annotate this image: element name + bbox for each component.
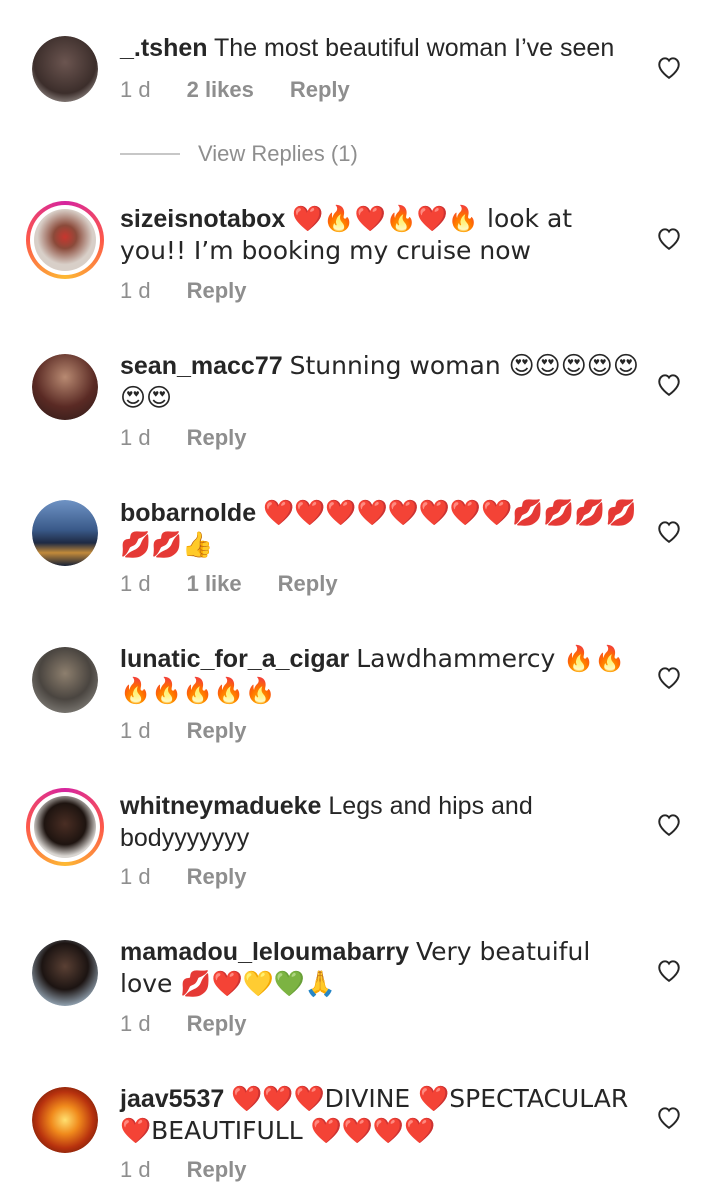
comment-meta: 1 d Reply	[120, 1011, 283, 1037]
comment-username[interactable]: bobarnolde	[120, 499, 256, 527]
avatar[interactable]	[26, 788, 104, 866]
avatar[interactable]	[30, 498, 100, 568]
comment-username[interactable]: _.tshen	[120, 34, 208, 62]
comment-time: 1 d	[120, 718, 151, 743]
comment-text: jaav5537 ❤️❤️❤️DIVINE ❤️SPECTACULAR ❤️BE…	[120, 1083, 640, 1147]
comment-text: sean_macc77 Stunning woman 😍😍😍😍😍😍😍	[120, 350, 640, 414]
avatar[interactable]	[30, 1085, 100, 1155]
like-heart-icon[interactable]	[656, 1105, 682, 1129]
avatar-photo	[32, 647, 98, 713]
comment-text: bobarnolde ❤️❤️❤️❤️❤️❤️❤️❤️💋💋💋💋💋💋👍	[120, 497, 640, 561]
comment-meta: 1 d Reply	[120, 718, 283, 744]
view-replies-button[interactable]: View Replies (1)	[120, 141, 358, 167]
reply-button[interactable]: Reply	[278, 571, 338, 597]
comment-body: The most beautiful woman I’ve seen	[214, 34, 615, 62]
like-heart-icon[interactable]	[656, 519, 682, 543]
comment-time: 1 d	[120, 1157, 151, 1182]
comment-text: whitneymadueke Legs and hips and bodyyyy…	[120, 790, 640, 854]
avatar-photo	[34, 209, 96, 271]
avatar-photo	[32, 940, 98, 1006]
comment-text: _.tshen The most beautiful woman I’ve se…	[120, 32, 640, 64]
story-ring	[26, 201, 104, 279]
comment-username[interactable]: lunatic_for_a_cigar	[120, 645, 349, 673]
like-heart-icon[interactable]	[656, 812, 682, 836]
like-heart-icon[interactable]	[656, 665, 682, 689]
reply-button[interactable]: Reply	[187, 278, 247, 304]
comment-time: 1 d	[120, 278, 151, 303]
reply-button[interactable]: Reply	[187, 1011, 247, 1037]
like-heart-icon[interactable]	[656, 372, 682, 396]
like-heart-icon[interactable]	[656, 55, 682, 79]
avatar[interactable]	[26, 201, 104, 279]
comment-username[interactable]: sizeisnotabox	[120, 205, 285, 233]
view-replies-label: View Replies (1)	[198, 141, 358, 166]
comment-text: mamadou_leloumabarry Very beatuiful love…	[120, 936, 640, 1000]
comment-username[interactable]: sean_macc77	[120, 352, 283, 380]
avatar[interactable]	[30, 938, 100, 1008]
like-heart-icon[interactable]	[656, 958, 682, 982]
comment-text: lunatic_for_a_cigar Lawdhammercy 🔥🔥🔥🔥🔥🔥🔥	[120, 643, 640, 707]
comment-meta: 1 d Reply	[120, 864, 283, 890]
avatar-photo	[32, 1087, 98, 1153]
comment-meta: 1 d Reply	[120, 1157, 283, 1183]
comment-time: 1 d	[120, 571, 151, 596]
comment-meta: 1 d Reply	[120, 278, 283, 304]
reply-button[interactable]: Reply	[187, 425, 247, 451]
comment-username[interactable]: jaav5537	[120, 1085, 224, 1113]
comment-time: 1 d	[120, 425, 151, 450]
comment-meta: 1 d 2 likes Reply	[120, 77, 386, 103]
reply-button[interactable]: Reply	[290, 77, 350, 103]
comment-time: 1 d	[120, 77, 151, 102]
comment-text: sizeisnotabox ❤️🔥❤️🔥❤️🔥 look at you!! I’…	[120, 203, 640, 267]
story-ring	[26, 788, 104, 866]
comment-username[interactable]: whitneymadueke	[120, 792, 321, 820]
avatar[interactable]	[30, 34, 100, 104]
reply-button[interactable]: Reply	[187, 718, 247, 744]
divider	[120, 153, 180, 155]
comment-meta: 1 d 1 like Reply	[120, 571, 374, 597]
avatar-photo	[32, 354, 98, 420]
comment-time: 1 d	[120, 1011, 151, 1036]
like-heart-icon[interactable]	[656, 226, 682, 250]
avatar-photo	[32, 500, 98, 566]
avatar[interactable]	[30, 352, 100, 422]
reply-button[interactable]: Reply	[187, 1157, 247, 1183]
reply-button[interactable]: Reply	[187, 864, 247, 890]
comment-likes[interactable]: 2 likes	[187, 77, 254, 103]
avatar[interactable]	[30, 645, 100, 715]
avatar-photo	[34, 796, 96, 858]
comment-likes[interactable]: 1 like	[187, 571, 242, 597]
comment-username[interactable]: mamadou_leloumabarry	[120, 938, 409, 966]
avatar-photo	[32, 36, 98, 102]
comment-time: 1 d	[120, 864, 151, 889]
comment-meta: 1 d Reply	[120, 425, 283, 451]
